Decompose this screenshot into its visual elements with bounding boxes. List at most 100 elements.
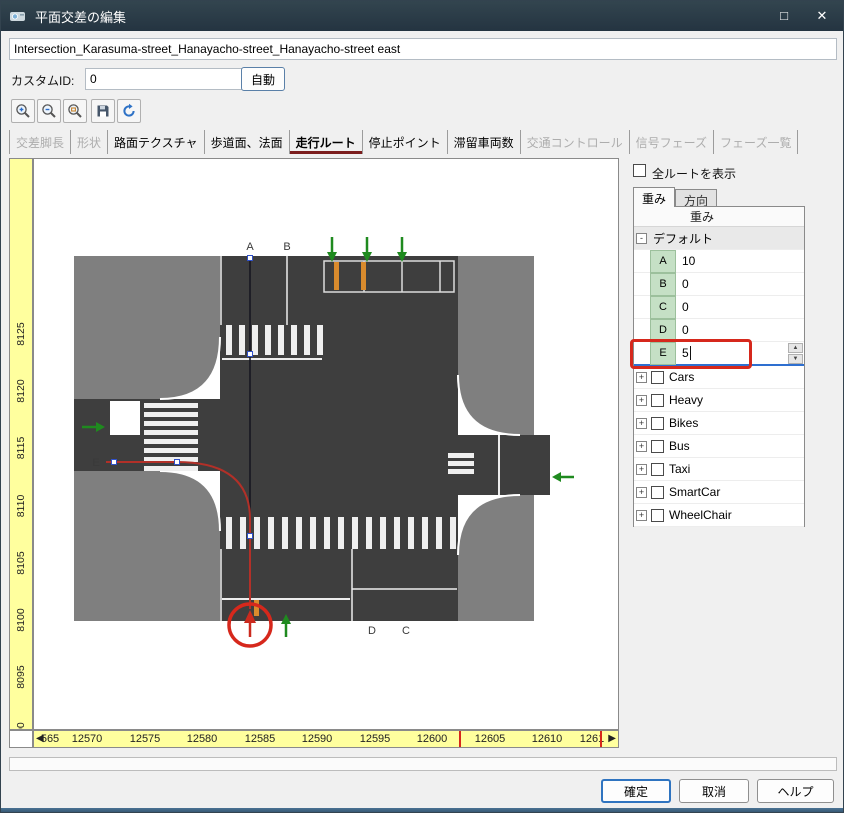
tab-sidewalk-slope[interactable]: 歩道面、法面 <box>205 130 290 154</box>
zoom-fit-icon <box>67 103 83 119</box>
refresh-button[interactable] <box>117 99 141 123</box>
auto-button[interactable]: 自動 <box>241 67 285 91</box>
tab-stop-point[interactable]: 停止ポイント <box>363 130 448 154</box>
title-bar: 平面交差の編集 □ ✕ <box>1 1 843 31</box>
expand-icon[interactable]: + <box>636 395 647 406</box>
route-weight-value: 5 <box>682 346 689 360</box>
hruler-label: 12580 <box>187 733 218 745</box>
tab-traffic-control: 交通コントロール <box>521 130 630 154</box>
help-button[interactable]: ヘルプ <box>757 779 834 803</box>
route-weight-editor[interactable]: 5 <box>676 346 788 360</box>
route-row-a[interactable]: A 10 <box>634 250 804 273</box>
expand-icon[interactable]: + <box>636 418 647 429</box>
vehicle-checkbox[interactable] <box>651 394 664 407</box>
tab-signal-phase: 信号フェーズ <box>630 130 714 154</box>
vehicle-checkbox[interactable] <box>651 463 664 476</box>
expand-icon[interactable]: + <box>636 441 647 452</box>
text-caret <box>690 346 691 360</box>
vertical-ruler[interactable]: 8125 8120 8115 8110 8105 8100 8095 8090 … <box>9 158 33 730</box>
map-canvas[interactable]: A B E D C <box>33 158 619 730</box>
route-label-d: D <box>368 625 376 637</box>
vehicle-row-bus[interactable]: + Bus <box>634 435 804 458</box>
custom-id-input[interactable] <box>85 68 255 90</box>
spinner-down-icon[interactable]: ▼ <box>788 354 803 364</box>
corner-patch <box>110 401 140 435</box>
vruler-label: 8105 <box>15 537 27 589</box>
vehicle-row-wheelchair[interactable]: + WheelChair <box>634 504 804 527</box>
tab-queued-vehicles[interactable]: 滞留車両数 <box>448 130 521 154</box>
grid-header: 重み <box>634 207 804 227</box>
zoom-in-button[interactable] <box>11 99 35 123</box>
zoom-fit-button[interactable] <box>63 99 87 123</box>
route-weight-value[interactable]: 0 <box>676 277 804 291</box>
tab-direction[interactable]: 方向 <box>675 189 717 207</box>
vehicle-checkbox[interactable] <box>651 440 664 453</box>
window-title: 平面交差の編集 <box>35 7 126 26</box>
custom-id-label: カスタムID: <box>11 72 74 89</box>
route-label-c: C <box>402 625 410 637</box>
close-button[interactable]: ✕ <box>805 1 839 31</box>
route-label-e: E <box>92 457 99 469</box>
ruler-corner <box>9 730 33 748</box>
vruler-label: 8125 <box>15 308 27 360</box>
route-row-b[interactable]: B 0 <box>634 273 804 296</box>
maximize-button[interactable]: □ <box>767 1 801 31</box>
save-icon <box>95 103 111 119</box>
tab-weight[interactable]: 重み <box>633 187 675 207</box>
tab-leg-length: 交差脚長 <box>9 130 71 154</box>
vehicle-checkbox[interactable] <box>651 509 664 522</box>
save-button[interactable] <box>91 99 115 123</box>
route-key: B <box>650 273 676 296</box>
vehicle-checkbox[interactable] <box>651 486 664 499</box>
route-weight-value[interactable]: 10 <box>676 254 804 268</box>
route-key: E <box>650 342 676 365</box>
vehicle-checkbox[interactable] <box>651 417 664 430</box>
vehicle-label: Heavy <box>669 393 703 407</box>
zoom-out-button[interactable] <box>37 99 61 123</box>
show-all-routes-checkbox[interactable] <box>633 164 646 177</box>
hruler-label: 12605 <box>475 733 506 745</box>
route-row-d[interactable]: D 0 <box>634 319 804 342</box>
route-label-b: B <box>283 241 290 253</box>
route-key: A <box>650 250 676 273</box>
expand-icon[interactable]: + <box>636 372 647 383</box>
confirm-button[interactable]: 確定 <box>601 779 671 803</box>
ruler-range-marker <box>459 731 461 747</box>
vehicle-row-heavy[interactable]: + Heavy <box>634 389 804 412</box>
zoom-in-icon <box>15 103 31 119</box>
vehicle-label: Bikes <box>669 416 698 430</box>
route-row-c[interactable]: C 0 <box>634 296 804 319</box>
hruler-label: 12600 <box>417 733 448 745</box>
expand-icon[interactable]: + <box>636 464 647 475</box>
route-row-e[interactable]: E 5 ▲ ▼ <box>634 342 804 366</box>
cancel-button[interactable]: 取消 <box>679 779 749 803</box>
tab-driving-route[interactable]: 走行ルート <box>290 130 363 154</box>
hruler-label: 12595 <box>360 733 391 745</box>
expand-icon[interactable]: + <box>636 510 647 521</box>
vehicle-label: Bus <box>669 439 690 453</box>
vehicle-row-cars[interactable]: + Cars <box>634 366 804 389</box>
scroll-right-icon[interactable]: ▶ <box>608 733 616 744</box>
horizontal-ruler[interactable]: ◀ 565 12570 12575 12580 12585 12590 1259… <box>33 730 619 748</box>
group-row-default[interactable]: - デフォルト <box>634 227 804 250</box>
route-weight-value[interactable]: 0 <box>676 323 804 337</box>
tab-shape: 形状 <box>71 130 108 154</box>
weight-spinner[interactable]: ▲ ▼ <box>788 343 803 364</box>
ruler-range-marker <box>600 731 602 747</box>
hruler-label: 12585 <box>245 733 276 745</box>
vehicle-row-smartcar[interactable]: + SmartCar <box>634 481 804 504</box>
intersection-name-input[interactable] <box>9 38 837 60</box>
tab-road-texture[interactable]: 路面テクスチャ <box>108 130 205 154</box>
spinner-up-icon[interactable]: ▲ <box>788 343 803 353</box>
expand-icon[interactable]: + <box>636 487 647 498</box>
intersection-map: A B E D C <box>34 159 619 730</box>
route-weight-value[interactable]: 0 <box>676 300 804 314</box>
collapse-icon[interactable]: - <box>636 233 647 244</box>
vehicle-label: WheelChair <box>669 508 732 522</box>
vehicle-checkbox[interactable] <box>651 371 664 384</box>
vruler-label: 8115 <box>15 422 27 474</box>
vehicle-row-taxi[interactable]: + Taxi <box>634 458 804 481</box>
route-key: D <box>650 319 676 342</box>
hruler-label: 565 <box>41 733 59 745</box>
vehicle-row-bikes[interactable]: + Bikes <box>634 412 804 435</box>
